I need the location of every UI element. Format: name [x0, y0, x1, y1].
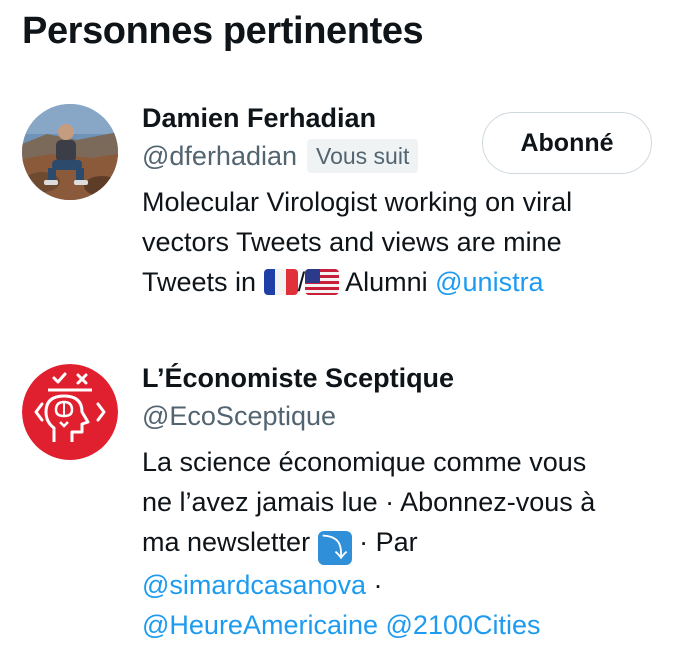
user-bio: Molecular Virologist working on viral ve…: [142, 182, 662, 302]
bio-line: @HeureAmericaine @2100Cities: [142, 605, 662, 645]
avatar[interactable]: [22, 364, 118, 460]
follows-you-badge: Vous suit: [307, 139, 419, 173]
relevant-people-panel: Personnes pertinentes Damien Ferhadian @…: [0, 0, 676, 660]
mention-link[interactable]: @HeureAmericaine: [142, 610, 378, 640]
bio-text: ma newsletter: [142, 527, 318, 557]
person-info: L’Économiste Sceptique @EcoSceptique La …: [142, 360, 662, 645]
bio-text: Tweets in: [142, 267, 264, 297]
mention-link[interactable]: @2100Cities: [386, 610, 541, 640]
bio-line: La science économique comme vous: [142, 447, 587, 477]
arrow-down-right-icon: ⤵: [317, 531, 352, 565]
france-flag-icon: [263, 269, 298, 295]
bio-line: @simardcasanova ·: [142, 565, 662, 605]
bio-line: Tweets in / Alumni @unistra: [142, 262, 662, 302]
bio-line: Molecular Virologist working on viral: [142, 187, 573, 217]
us-flag-icon: [305, 269, 340, 295]
user-handle[interactable]: @dferhadian: [142, 138, 297, 174]
user-name[interactable]: L’Économiste Sceptique: [142, 360, 662, 396]
bio-separator: /: [297, 267, 306, 297]
section-title: Personnes pertinentes: [22, 10, 424, 52]
bio-line: vectors Tweets and views are mine: [142, 227, 562, 257]
mention-link[interactable]: @simardcasanova: [142, 570, 366, 600]
bio-text: ·: [366, 570, 383, 600]
avatar[interactable]: [22, 104, 118, 200]
bio-line: ne l’avez jamais lue · Abonnez-vous à: [142, 487, 596, 517]
bio-text: Alumni: [339, 267, 436, 297]
bio-line: ma newsletter ⤵ · Par: [142, 522, 662, 565]
mention-link[interactable]: @unistra: [435, 267, 543, 297]
user-handle[interactable]: @EcoSceptique: [142, 398, 336, 434]
following-button[interactable]: Abonné: [482, 112, 652, 174]
bio-text: · Par: [351, 527, 418, 557]
user-bio: La science économique comme vous ne l’av…: [142, 442, 662, 645]
handle-row: @EcoSceptique: [142, 396, 662, 436]
